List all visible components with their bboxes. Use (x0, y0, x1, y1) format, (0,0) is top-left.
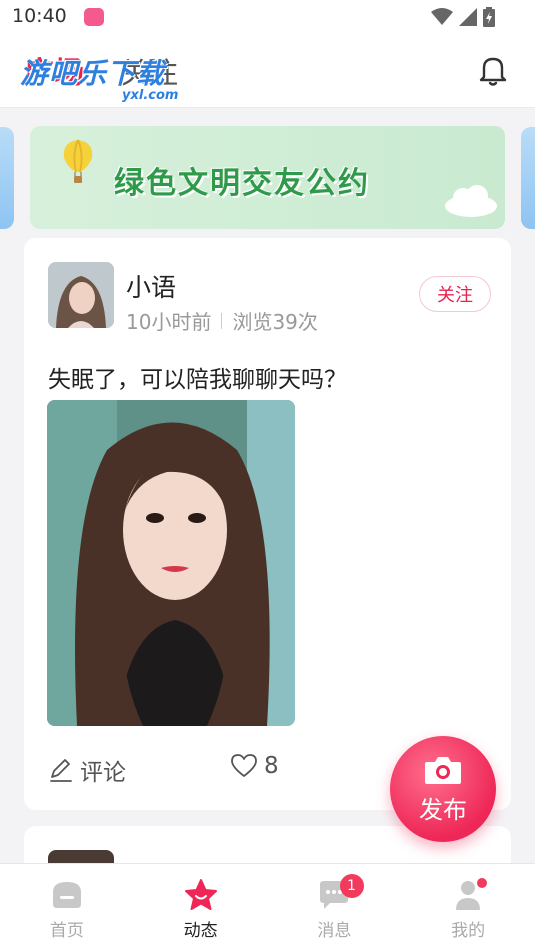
post-views: 浏览39次 (232, 310, 318, 334)
watermark-logo: 游吧乐下载 (20, 57, 166, 90)
nav-messages[interactable]: 1 消息 (268, 864, 402, 951)
follow-button[interactable]: 关注 (419, 276, 491, 312)
watermark-url: yxl.com (122, 88, 179, 103)
post-time: 10小时前 (126, 310, 212, 334)
avatar[interactable] (48, 262, 114, 328)
star-icon (184, 879, 217, 910)
nav-profile-label: 我的 (451, 921, 486, 941)
post-content: 失眠了，可以陪我聊聊天吗？ (48, 367, 347, 393)
status-bar: 10:40 (0, 0, 535, 34)
signal-icon (459, 8, 477, 26)
nav-home-label: 首页 (49, 921, 84, 941)
comment-label: 评论 (80, 760, 126, 786)
bell-icon[interactable] (475, 52, 511, 88)
post-photo-image (47, 400, 295, 726)
post-photo[interactable] (47, 400, 295, 726)
nav-moments-label: 动态 (183, 921, 218, 941)
balloon-icon (63, 139, 93, 183)
wifi-icon (431, 8, 453, 25)
nav-messages-label: 消息 (317, 921, 352, 941)
status-icons (431, 7, 495, 27)
banner-civility-pact[interactable]: 绿色文明交友公约 (30, 126, 505, 229)
banner-title: 绿色文明交友公约 (114, 166, 370, 201)
app-notification-icon (84, 8, 104, 26)
post-username[interactable]: 小语 (126, 268, 176, 304)
like-count: 8 (264, 753, 279, 779)
nav-profile[interactable]: 我的 (401, 864, 535, 951)
home-icon (52, 882, 81, 908)
banner-prev-peek[interactable] (0, 127, 14, 229)
banner-next-peek[interactable] (521, 127, 535, 229)
messages-badge: 1 (339, 874, 364, 898)
publish-button[interactable]: 发布 (390, 736, 496, 842)
heart-icon (231, 754, 257, 777)
publish-label: 发布 (419, 795, 467, 824)
avatar-portrait (48, 262, 114, 328)
battery-icon (483, 7, 495, 27)
cloud-icon (445, 185, 497, 217)
top-header: 广场 关注 游吧乐下载 yxl.com (0, 34, 535, 108)
post-meta: 10小时前 浏览39次 (126, 306, 318, 335)
nav-home[interactable]: 首页 (0, 864, 134, 951)
comment-button[interactable]: 评论 (48, 753, 126, 787)
pen-icon (50, 759, 72, 782)
like-button[interactable]: 8 (230, 753, 279, 779)
bottom-nav: 首页 动态 1 消息 我的 (0, 863, 535, 951)
status-time: 10:40 (12, 5, 67, 27)
meta-divider (221, 312, 223, 329)
post-card[interactable]: 小语 10小时前 浏览39次 关注 失眠了，可以陪我聊聊天吗？ 评论 8 (24, 238, 511, 810)
nav-moments[interactable]: 动态 (134, 864, 268, 951)
camera-icon (425, 756, 461, 784)
